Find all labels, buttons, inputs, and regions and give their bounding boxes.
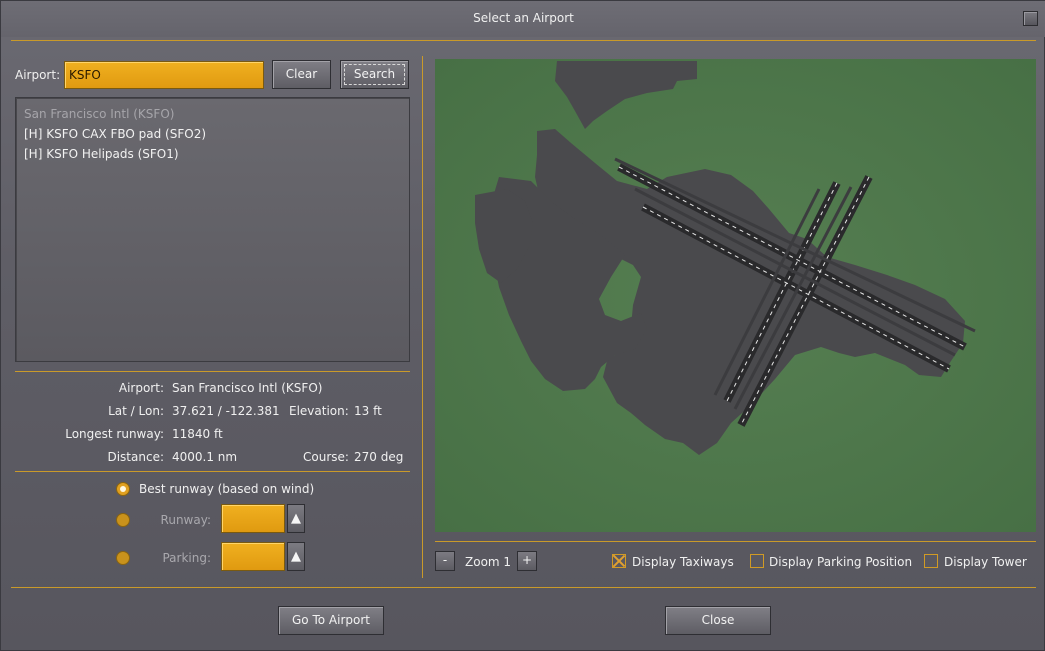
- window-button[interactable]: [1023, 11, 1038, 26]
- zoom-in-button[interactable]: +: [517, 551, 537, 571]
- airport-search-input[interactable]: KSFO: [64, 61, 264, 89]
- divider: [15, 371, 410, 372]
- info-airport-value: San Francisco Intl (KSFO): [172, 381, 323, 395]
- airport-map[interactable]: [435, 59, 1036, 532]
- display-taxiways-label: Display Taxiways: [632, 555, 734, 569]
- display-parking-label: Display Parking Position: [769, 555, 913, 569]
- info-longest-value: 11840 ft: [172, 427, 223, 441]
- best-runway-label: Best runway (based on wind): [139, 482, 315, 496]
- info-longest-label: Longest runway:: [65, 427, 164, 441]
- airport-diagram: [435, 59, 1036, 532]
- info-distance-label: Distance:: [107, 450, 164, 464]
- divider: [422, 56, 423, 578]
- zoom-label: Zoom 1: [465, 555, 512, 569]
- focus-ring: [344, 64, 405, 85]
- close-button[interactable]: Close: [665, 606, 771, 635]
- info-distance-value: 4000.1 nm: [172, 450, 238, 464]
- airport-results-list[interactable]: San Francisco Intl (KSFO) [H] KSFO CAX F…: [15, 97, 410, 362]
- divider: [435, 541, 1036, 542]
- list-item[interactable]: [H] KSFO Helipads (SFO1): [24, 147, 179, 161]
- info-course-value: 270 deg: [354, 450, 404, 464]
- clear-button-label: Clear: [285, 67, 318, 81]
- info-course-label: Course:: [303, 450, 349, 464]
- display-taxiways-checkbox[interactable]: [612, 554, 626, 568]
- dialog-title: Select an Airport: [473, 11, 574, 25]
- display-parking-checkbox[interactable]: [750, 554, 764, 568]
- info-latlon-label: Lat / Lon:: [108, 404, 164, 418]
- info-latlon-value: 37.621 / -122.381: [172, 404, 280, 418]
- runway-label: Runway:: [160, 513, 211, 527]
- close-button-label: Close: [701, 613, 735, 627]
- info-elevation-label: Elevation:: [289, 404, 349, 418]
- title-bar[interactable]: Select an Airport: [1, 1, 1045, 37]
- go-to-airport-label: Go To Airport: [292, 613, 370, 627]
- runway-spin-button[interactable]: ▲: [287, 504, 305, 533]
- select-airport-dialog: Select an Airport Airport: KSFO Clear Se…: [0, 0, 1045, 651]
- display-tower-label: Display Tower: [944, 555, 1027, 569]
- divider: [15, 471, 410, 472]
- airport-search-label: Airport:: [15, 68, 61, 82]
- minus-icon: -: [442, 553, 448, 567]
- plus-icon: +: [521, 553, 533, 567]
- parking-spin-button[interactable]: ▲: [287, 542, 305, 571]
- display-tower-checkbox[interactable]: [924, 554, 938, 568]
- runway-radio[interactable]: [116, 513, 130, 527]
- divider: [11, 40, 1036, 41]
- up-arrow-icon: ▲: [291, 511, 301, 526]
- up-arrow-icon: ▲: [291, 549, 301, 564]
- info-airport-label: Airport:: [118, 381, 164, 395]
- parking-field[interactable]: [221, 542, 285, 571]
- list-item[interactable]: [H] KSFO CAX FBO pad (SFO2): [24, 127, 206, 141]
- parking-label: Parking:: [162, 551, 211, 565]
- clear-button[interactable]: Clear: [272, 60, 331, 89]
- zoom-out-button[interactable]: -: [435, 551, 455, 571]
- go-to-airport-button[interactable]: Go To Airport: [278, 606, 384, 635]
- list-item[interactable]: San Francisco Intl (KSFO): [24, 107, 174, 121]
- divider: [11, 587, 1036, 588]
- info-elevation-value: 13 ft: [354, 404, 382, 418]
- runway-field[interactable]: [221, 504, 285, 533]
- search-button[interactable]: Search: [340, 60, 409, 89]
- parking-radio[interactable]: [116, 551, 130, 565]
- best-runway-radio[interactable]: [116, 482, 130, 496]
